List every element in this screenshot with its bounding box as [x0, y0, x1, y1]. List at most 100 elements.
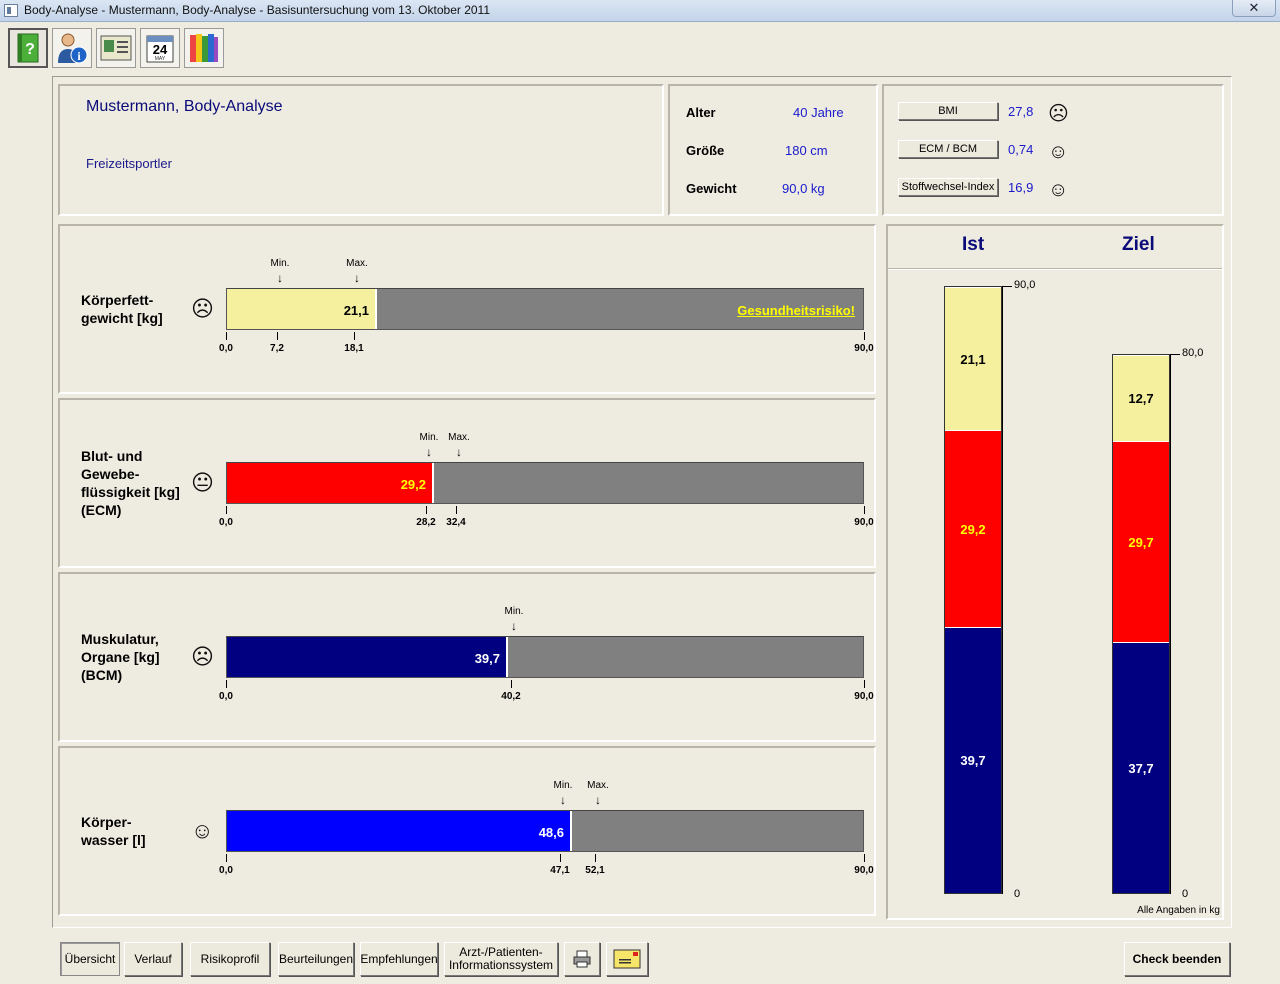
help-book-button[interactable]: ? — [8, 28, 48, 68]
axis-tick-label: 90,0 — [854, 865, 874, 876]
axis-tick — [456, 506, 457, 514]
risk-profile-button[interactable]: Risikoprofil — [190, 942, 270, 976]
axis-tick-label: 0,0 — [219, 691, 233, 702]
min-marker-label: Min. — [504, 606, 524, 617]
height-label: Größe — [686, 143, 725, 158]
ist-header: Ist — [962, 234, 985, 255]
calendar-icon: 24 MAY — [146, 35, 174, 63]
books-button[interactable] — [184, 28, 224, 68]
assessments-button[interactable]: Beurteilungen — [278, 942, 354, 976]
bar-label: Körper- wasser [l] — [81, 814, 146, 848]
ist-top-label: 90,0 — [1014, 279, 1036, 291]
weight-value: 90,0 kg — [782, 181, 825, 196]
finish-check-button[interactable]: Check beenden — [1124, 942, 1230, 976]
height-value: 180 cm — [785, 143, 828, 158]
ist-top-tick — [1002, 286, 1012, 287]
axis-tick-label: 0,0 — [219, 517, 233, 528]
bar-mood-icon: 😐 — [191, 470, 214, 495]
mail-button[interactable] — [606, 942, 648, 976]
patient-card-icon — [100, 35, 132, 61]
min-marker-label: Min. — [270, 258, 290, 269]
max-marker-arrow-icon: ↓ — [456, 445, 462, 459]
axis-tick-label: 90,0 — [854, 343, 874, 354]
ist-segment: 39,7 — [945, 627, 1001, 893]
bar-track: 39,7 — [226, 636, 864, 678]
bar-label: Muskulatur, Organe [kg] (BCM) — [81, 631, 160, 683]
calendar-button[interactable]: 24 MAY — [140, 28, 180, 68]
ziel-top-label: 80,0 — [1182, 347, 1204, 359]
ecm-bcm-button[interactable]: ECM / BCM — [898, 140, 998, 158]
min-marker-label: Min. — [419, 432, 439, 443]
bmi-value: 27,8 — [1008, 104, 1034, 119]
max-marker-label: Max. — [448, 432, 470, 443]
health-risk-link[interactable]: Gesundheitsrisiko! — [737, 303, 855, 318]
bmi-mood-icon: ☹ — [1048, 103, 1069, 125]
min-marker-arrow-icon: ↓ — [277, 271, 283, 285]
ziel-header: Ziel — [1122, 234, 1155, 255]
bar-label: Körperfett- gewicht [kg] — [81, 292, 163, 326]
axis-tick-label: 0,0 — [219, 865, 233, 876]
envelope-icon — [613, 949, 641, 969]
axis-tick — [560, 854, 561, 862]
ziel-bottom-label: 0 — [1182, 888, 1189, 900]
ecm-bcm-value: 0,74 — [1008, 142, 1034, 157]
ziel-top-tick — [1170, 354, 1180, 355]
bar-panel: Muskulatur, Organe [kg] (BCM) ☹ 39,7 0,0 40,… — [58, 572, 876, 742]
print-button[interactable] — [564, 942, 600, 976]
history-button[interactable]: Verlauf — [124, 942, 182, 976]
min-marker-label: Min. — [553, 780, 573, 791]
ziel-stack: 12,7 29,7 37,7 — [1112, 354, 1170, 894]
stats-panel: Alter 40 Jahre Größe 180 cm Gewicht 90,0… — [668, 84, 878, 216]
axis-tick — [226, 854, 227, 862]
overview-button[interactable]: Übersicht — [60, 942, 120, 976]
bar-mood-icon: ☺ — [191, 818, 214, 843]
svg-text:?: ? — [25, 41, 35, 58]
bar-value: 29,2 — [400, 477, 426, 492]
bmi-button[interactable]: BMI — [898, 102, 998, 120]
comparison-panel: Ist Ziel 21,1 29,2 39,7 90,0 0 12,7 29,7 37,7 80… — [886, 224, 1224, 920]
bar-track: 48,6 — [226, 810, 864, 852]
bar-mood-icon: ☹ — [191, 644, 214, 669]
toolbar: ? i 24 MAY — [0, 22, 1280, 70]
max-marker-arrow-icon: ↓ — [595, 793, 601, 807]
min-marker-arrow-icon: ↓ — [511, 619, 517, 633]
axis-tick — [864, 854, 865, 862]
close-button[interactable]: ✕ — [1232, 0, 1276, 17]
axis-tick-label: 90,0 — [854, 691, 874, 702]
ist-segment: 21,1 — [945, 287, 1001, 430]
bar-panel: Blut- und Gewebe- flüssigkeit [kg] (ECM)… — [58, 398, 876, 568]
bar-panel: Körperfett- gewicht [kg] ☹ 21,1 Gesundheits… — [58, 224, 876, 394]
min-marker-arrow-icon: ↓ — [426, 445, 432, 459]
patient-info-icon: i — [58, 33, 88, 64]
ecm-bcm-mood-icon: ☺ — [1048, 141, 1069, 163]
printer-icon — [573, 950, 591, 968]
metabolism-index-value: 16,9 — [1008, 180, 1034, 195]
bar-panel: Körper- wasser [l] ☺ 48,6 0,0 47,1 52,1 90,0 Mi… — [58, 746, 876, 916]
patient-name: Mustermann, Body-Analyse — [86, 98, 283, 115]
axis-tick-label: 0,0 — [219, 343, 233, 354]
min-marker-arrow-icon: ↓ — [560, 793, 566, 807]
recommendations-button[interactable]: Empfehlungen — [360, 942, 438, 976]
bar-value: 48,6 — [538, 825, 564, 840]
units-note: Alle Angaben in kg — [1137, 905, 1220, 916]
metabolism-index-button[interactable]: Stoffwechsel-Index — [898, 178, 998, 196]
axis-tick-label: 18,1 — [344, 343, 364, 354]
title-bar: Body-Analyse - Mustermann, Body-Analyse … — [0, 0, 1280, 22]
axis-tick — [354, 332, 355, 340]
axis-tick — [864, 680, 865, 688]
ziel-segment: 29,7 — [1113, 441, 1169, 642]
axis-tick — [226, 680, 227, 688]
patient-category: Freizeitsportler — [86, 156, 172, 171]
patient-panel: Mustermann, Body-Analyse Freizeitsportle… — [58, 84, 664, 216]
info-system-button[interactable]: Arzt-/Patienten- Informationssystem — [444, 942, 558, 976]
ist-bottom-label: 0 — [1014, 888, 1021, 900]
patient-card-button[interactable] — [96, 28, 136, 68]
age-label: Alter — [686, 105, 716, 120]
help-book-icon: ? — [17, 33, 39, 63]
axis-tick-label: 52,1 — [585, 865, 605, 876]
axis-tick — [226, 506, 227, 514]
bar-value: 39,7 — [474, 651, 500, 666]
axis-tick — [595, 854, 596, 862]
patient-info-button[interactable]: i — [52, 28, 92, 68]
bar-track: 29,2 — [226, 462, 864, 504]
